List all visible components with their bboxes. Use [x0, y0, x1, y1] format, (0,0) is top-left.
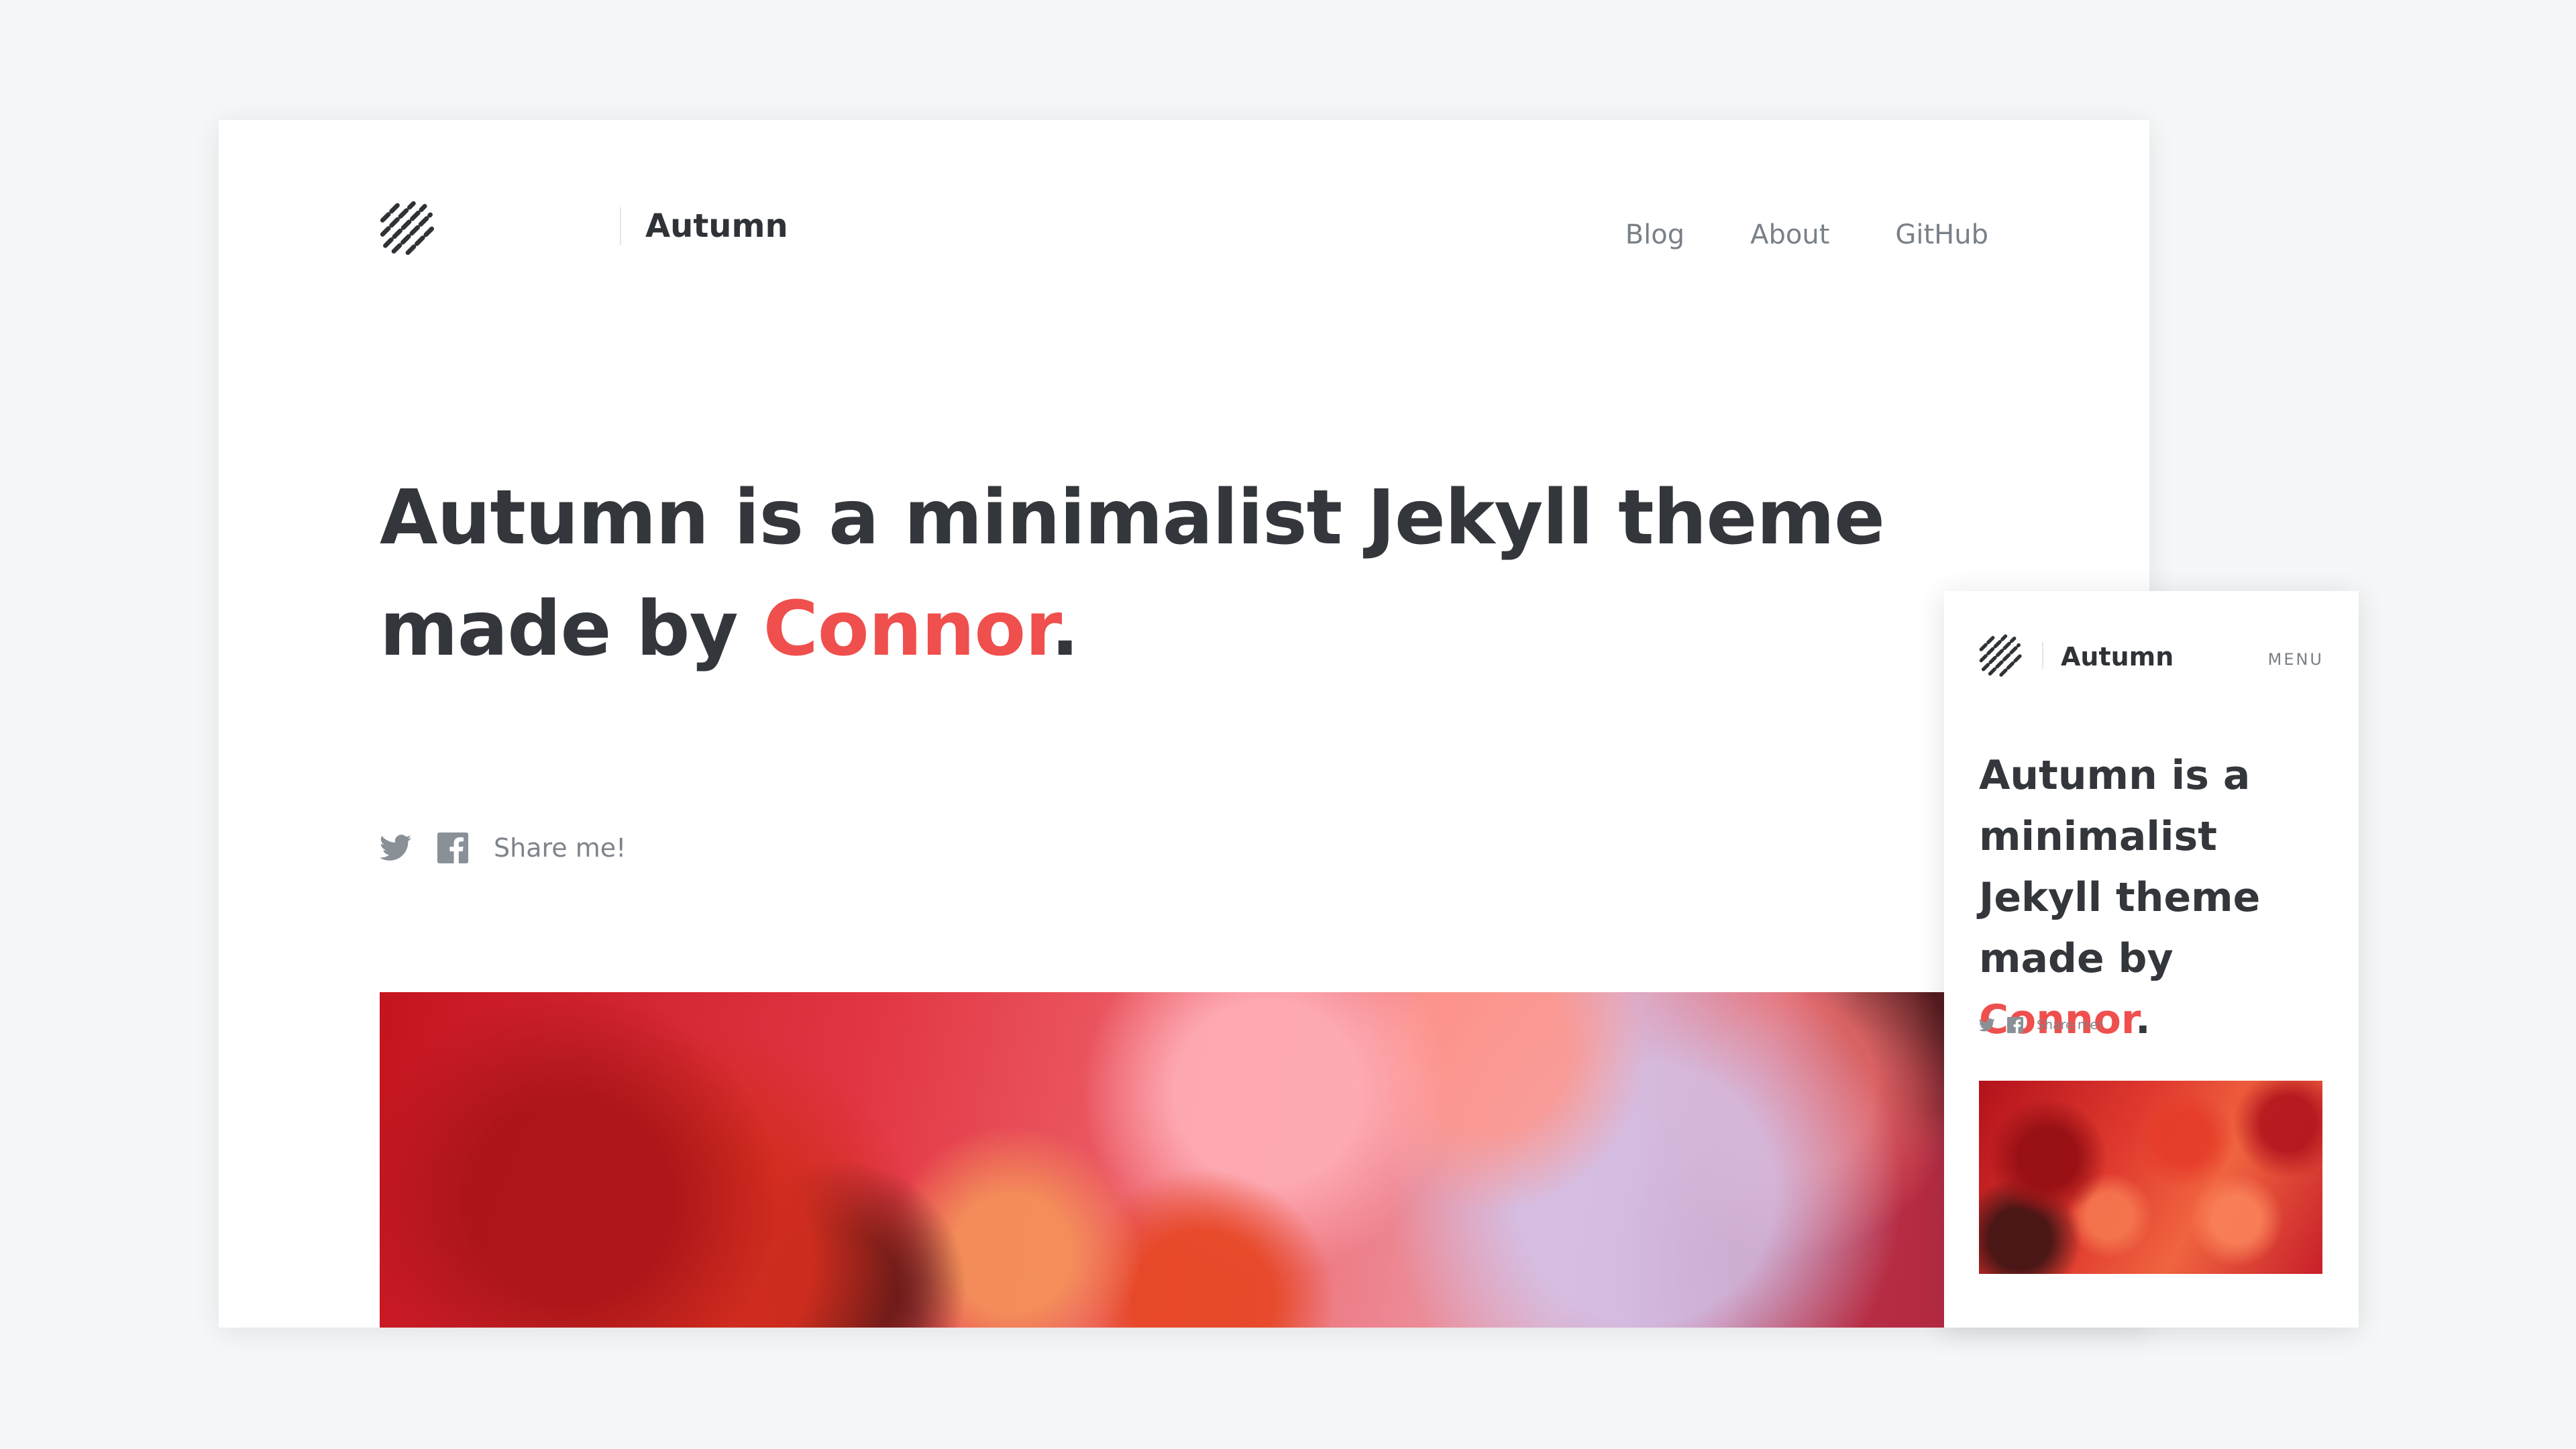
title-text: Autumn is a minimalist Jekyll theme made… — [380, 474, 1885, 673]
nav-link-about[interactable]: About — [1750, 218, 1829, 252]
mobile-preview: Autumn MENU Autumn is a minimalist Jekyl… — [1944, 591, 2359, 1328]
main-nav: Blog About GitHub — [1625, 218, 1988, 252]
site-header: Autumn Blog About GitHub — [380, 201, 1988, 281]
facebook-icon[interactable] — [437, 833, 468, 863]
share-label[interactable]: Share me! — [2037, 1018, 2103, 1032]
diagonal-stripes-logo-icon[interactable] — [380, 201, 436, 257]
logo-divider — [2042, 642, 2043, 669]
share-label[interactable]: Share me! — [494, 833, 626, 863]
title-period: . — [2135, 996, 2151, 1043]
mobile-header: Autumn MENU — [1979, 634, 2324, 681]
desktop-preview: Autumn Blog About GitHub Autumn is a min… — [219, 120, 2149, 1328]
author-link[interactable]: Connor — [763, 586, 1052, 673]
mobile-share-bar: Share me! — [1979, 1015, 2103, 1035]
site-brand[interactable]: Autumn — [645, 206, 788, 246]
title-period: . — [1051, 586, 1079, 673]
logo-divider — [620, 207, 621, 245]
menu-button[interactable]: MENU — [2268, 650, 2324, 669]
twitter-icon[interactable] — [1979, 1018, 1995, 1032]
facebook-icon[interactable] — [2007, 1017, 2023, 1033]
diagonal-stripes-logo-icon[interactable] — [1979, 634, 2023, 678]
twitter-icon[interactable] — [380, 835, 412, 861]
title-text: Autumn is a minimalist Jekyll theme made… — [1979, 752, 2261, 982]
page-title: Autumn is a minimalist Jekyll theme made… — [380, 462, 2017, 685]
nav-link-github[interactable]: GitHub — [1895, 218, 1988, 252]
mobile-page-title: Autumn is a minimalist Jekyll theme made… — [1979, 745, 2328, 1051]
nav-link-blog[interactable]: Blog — [1625, 218, 1684, 252]
mobile-hero-image-autumn-leaves — [1979, 1081, 2322, 1274]
hero-image-autumn-leaves — [380, 992, 1963, 1328]
share-bar: Share me! — [380, 828, 626, 868]
mobile-brand[interactable]: Autumn — [2061, 642, 2174, 672]
